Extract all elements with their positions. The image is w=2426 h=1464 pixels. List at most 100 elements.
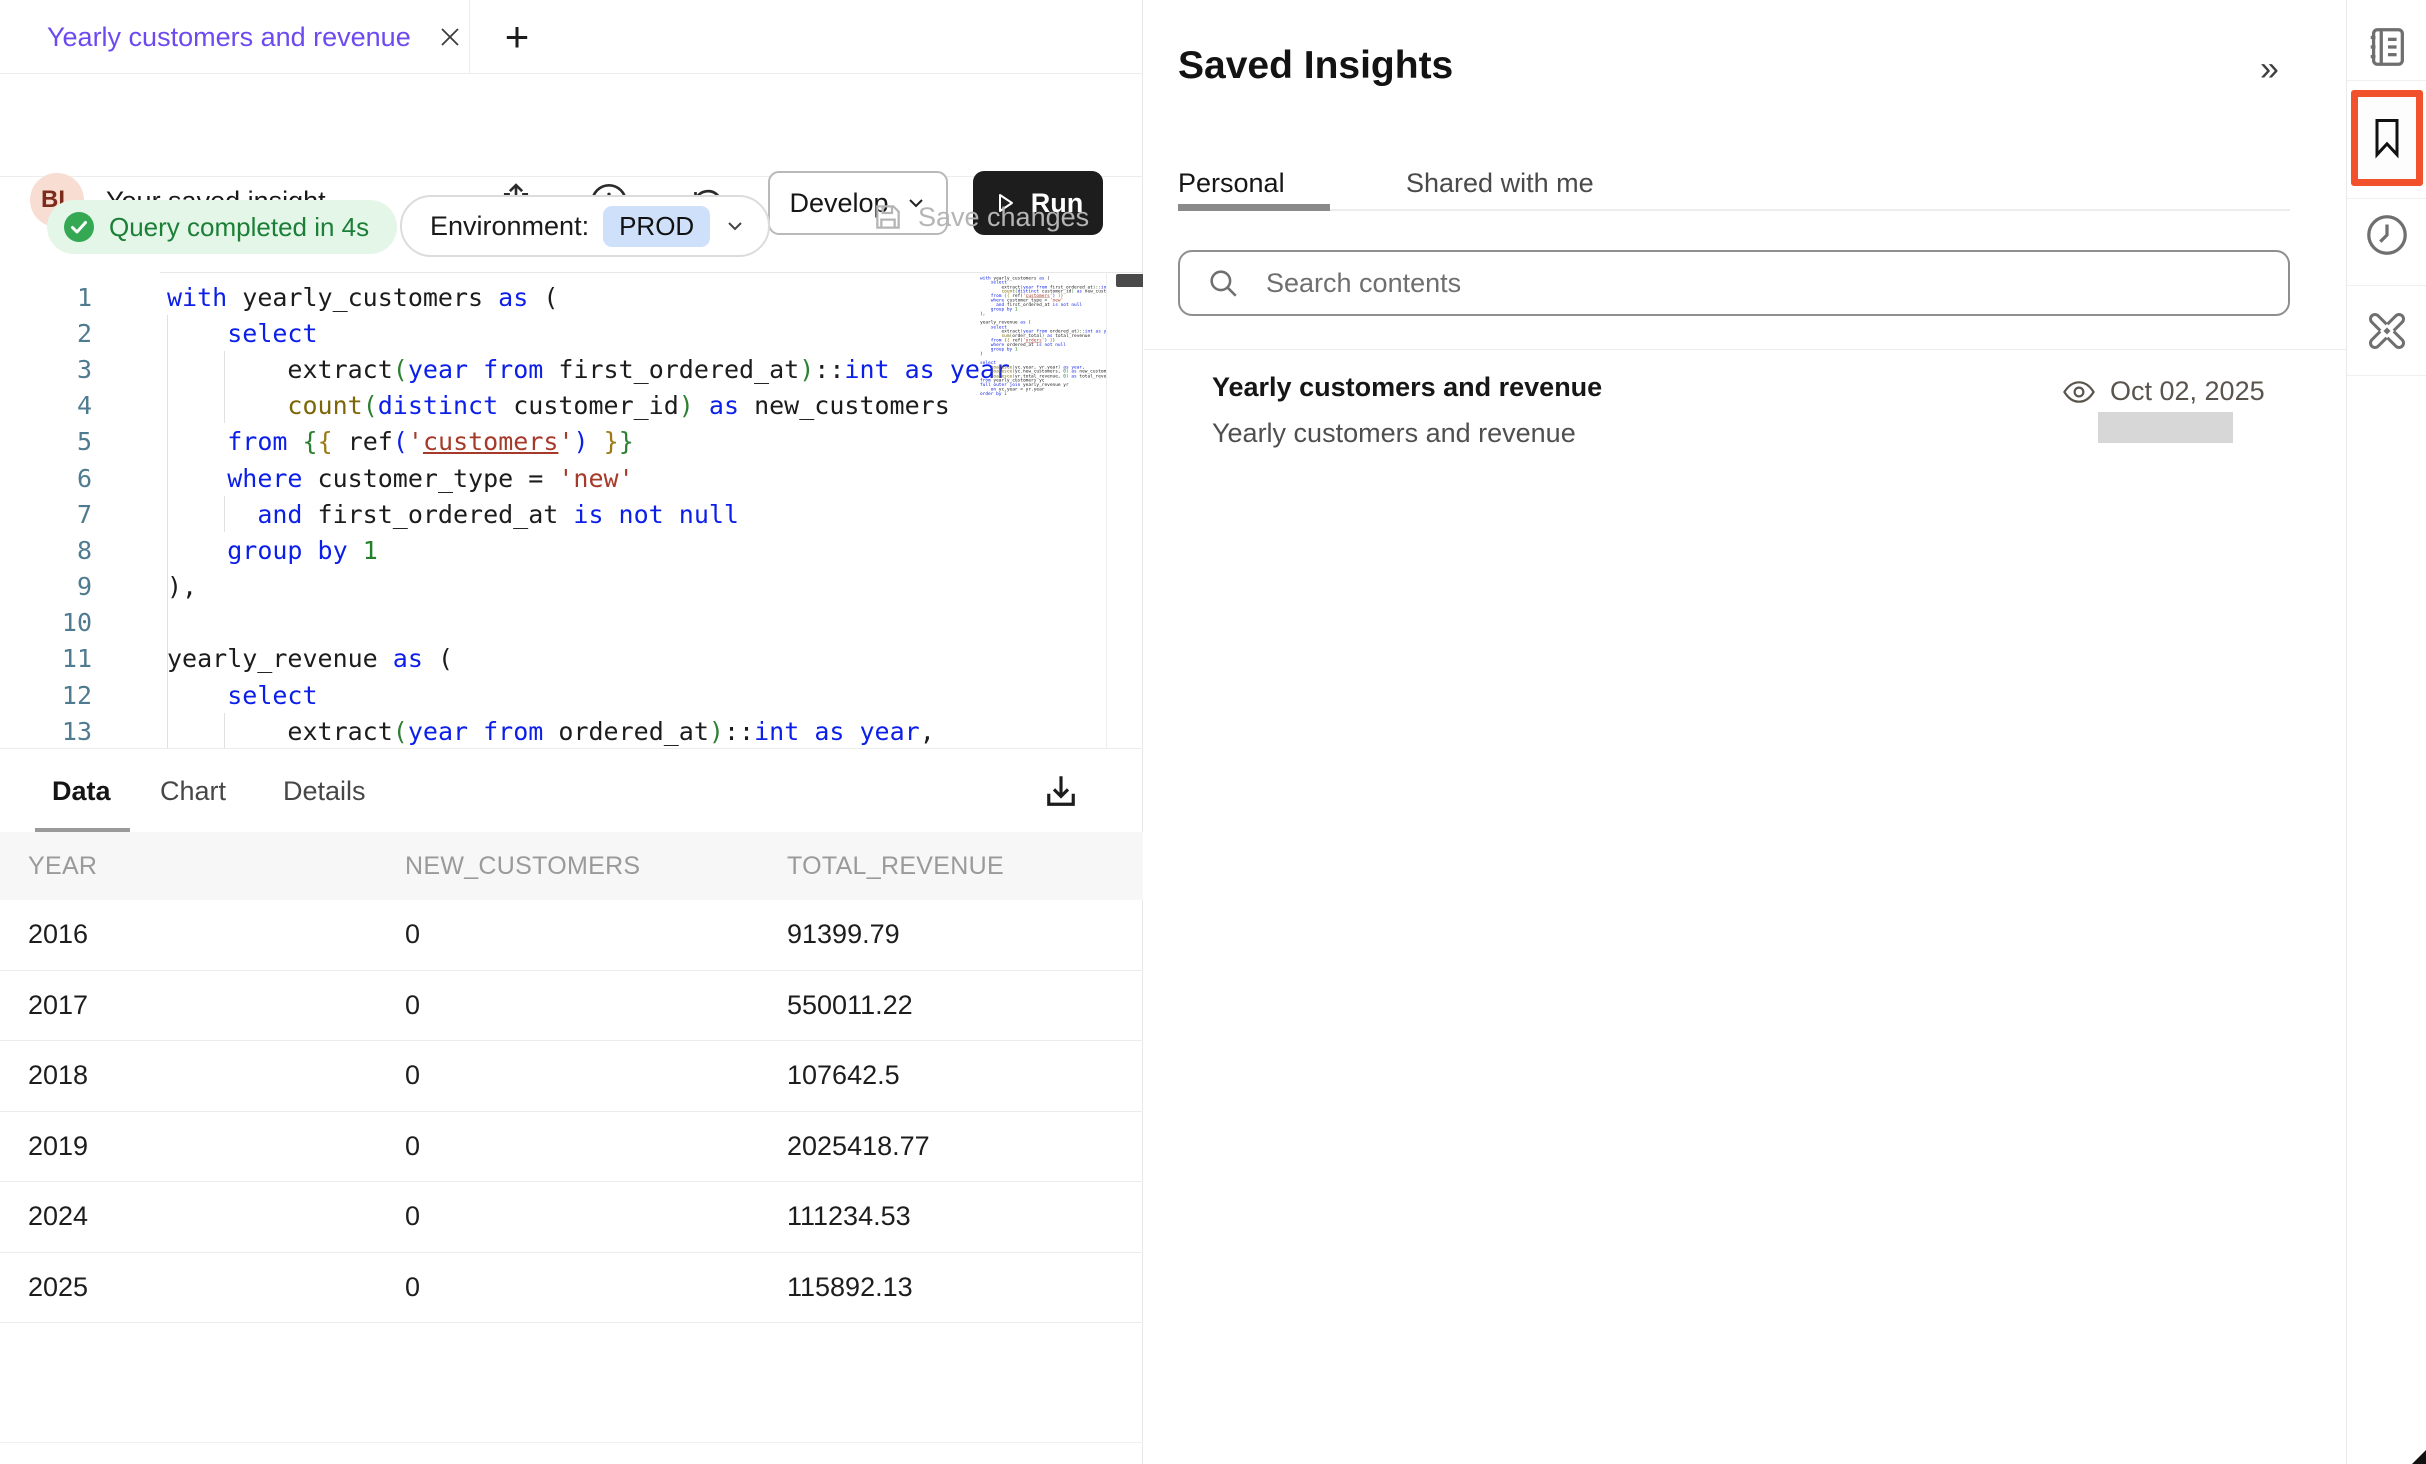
save-icon bbox=[872, 201, 904, 233]
tab-yearly-customers[interactable]: Yearly customers and revenue bbox=[0, 0, 470, 74]
line-number: 4 bbox=[0, 391, 106, 420]
new-tab-button[interactable]: + bbox=[487, 0, 547, 74]
strip-divider bbox=[2347, 375, 2426, 376]
collapse-panel-icon[interactable]: » bbox=[2260, 50, 2279, 89]
query-status-badge: Query completed in 4s bbox=[47, 200, 397, 254]
active-tab-indicator bbox=[1178, 204, 1330, 211]
code-line[interactable]: 3 extract(year from first_ordered_at)::i… bbox=[0, 351, 1143, 387]
code-line[interactable]: 9), bbox=[0, 569, 1143, 605]
table-cell: 0 bbox=[405, 1201, 787, 1232]
bookmark-selected-highlight[interactable] bbox=[2351, 90, 2423, 186]
clock-icon[interactable] bbox=[2347, 212, 2426, 258]
code-line[interactable]: 8 group by 1 bbox=[0, 532, 1143, 568]
table-cell: 0 bbox=[405, 1060, 787, 1091]
strip-divider bbox=[2347, 198, 2426, 199]
download-icon[interactable] bbox=[1040, 771, 1082, 813]
insights-tab-personal[interactable]: Personal bbox=[1178, 168, 1285, 199]
table-cell: 2018 bbox=[28, 1060, 405, 1091]
scrollbar-thumb[interactable] bbox=[1116, 274, 1143, 287]
minimap[interactable]: with yearly_customers as ( select extrac… bbox=[980, 276, 1106, 746]
line-number: 11 bbox=[0, 644, 106, 673]
table-row[interactable]: 2016091399.79 bbox=[0, 900, 1143, 971]
code-line[interactable]: 7 and first_ordered_at is not null bbox=[0, 496, 1143, 532]
table-cell: 2019 bbox=[28, 1131, 405, 1162]
table-row[interactable]: 20250115892.13 bbox=[0, 1253, 1143, 1324]
table-cell: 550011.22 bbox=[787, 990, 1143, 1021]
table-cell: 91399.79 bbox=[787, 919, 1143, 950]
table-cell: 2025 bbox=[28, 1272, 405, 1303]
search-input[interactable]: Search contents bbox=[1178, 250, 2290, 316]
table-cell: 111234.53 bbox=[787, 1201, 1143, 1232]
line-number: 9 bbox=[0, 572, 106, 601]
insight-item-date: Oct 02, 2025 bbox=[2062, 376, 2265, 407]
panel-title: Saved Insights bbox=[1178, 44, 1453, 88]
code-line[interactable]: 5 from {{ ref('customers') }} bbox=[0, 424, 1143, 460]
table-cell: 2016 bbox=[28, 919, 405, 950]
column-header: NEW_CUSTOMERS bbox=[405, 852, 787, 881]
code-line[interactable]: 1with yearly_customers as ( bbox=[0, 279, 1143, 315]
line-number: 10 bbox=[0, 608, 106, 637]
insight-item-subtitle: Yearly customers and revenue bbox=[1212, 418, 1576, 449]
result-tab-chart[interactable]: Chart bbox=[160, 749, 226, 833]
table-row[interactable]: 20240111234.53 bbox=[0, 1182, 1143, 1253]
table-cell: 2024 bbox=[28, 1201, 405, 1232]
pane-bottom-divider bbox=[0, 1442, 1143, 1443]
line-number: 8 bbox=[0, 536, 106, 565]
minimap-separator bbox=[1106, 272, 1107, 748]
line-number: 3 bbox=[0, 355, 106, 384]
environment-value-chip: PROD bbox=[603, 206, 710, 247]
status-row: Query completed in 4s Environment: PROD … bbox=[0, 177, 1142, 272]
code-line[interactable]: 12 select bbox=[0, 677, 1143, 713]
result-tabs: Data Chart Details bbox=[0, 748, 1143, 832]
strip-divider bbox=[2347, 285, 2426, 286]
dbt-logo-icon[interactable] bbox=[2347, 307, 2426, 355]
code-line[interactable]: 2 select bbox=[0, 315, 1143, 351]
chevron-down-icon bbox=[724, 215, 746, 237]
insight-item-title: Yearly customers and revenue bbox=[1212, 372, 1602, 403]
redacted-author-placeholder bbox=[2098, 412, 2233, 443]
table-cell: 2025418.77 bbox=[787, 1131, 1143, 1162]
resize-handle[interactable] bbox=[2412, 1450, 2426, 1464]
save-changes-label: Save changes bbox=[918, 202, 1089, 233]
line-number: 2 bbox=[0, 319, 106, 348]
app-window: Yearly customers and revenue + BL Your s… bbox=[0, 0, 2426, 1464]
table-cell: 0 bbox=[405, 990, 787, 1021]
table-row[interactable]: 20180107642.5 bbox=[0, 1041, 1143, 1112]
code-line[interactable]: 11yearly_revenue as ( bbox=[0, 641, 1143, 677]
code-line[interactable]: 4 count(distinct customer_id) as new_cus… bbox=[0, 388, 1143, 424]
code-lines: 1with yearly_customers as (2 select3 ext… bbox=[0, 279, 1143, 748]
save-changes-button[interactable]: Save changes bbox=[872, 201, 1089, 233]
results-table: YEARNEW_CUSTOMERSTOTAL_REVENUE 201609139… bbox=[0, 832, 1143, 1323]
query-pane: Yearly customers and revenue + BL Your s… bbox=[0, 0, 1143, 1464]
environment-selector[interactable]: Environment: PROD bbox=[400, 195, 770, 257]
line-number: 13 bbox=[0, 717, 106, 746]
tabs-track bbox=[1178, 209, 2290, 211]
search-placeholder: Search contents bbox=[1266, 268, 1461, 299]
table-cell: 0 bbox=[405, 1131, 787, 1162]
table-header: YEARNEW_CUSTOMERSTOTAL_REVENUE bbox=[0, 832, 1143, 900]
result-tab-data[interactable]: Data bbox=[52, 749, 111, 833]
column-header: YEAR bbox=[28, 852, 405, 881]
code-line[interactable]: 6 where customer_type = 'new' bbox=[0, 460, 1143, 496]
line-number: 5 bbox=[0, 427, 106, 456]
sql-editor[interactable]: 1with yearly_customers as (2 select3 ext… bbox=[0, 272, 1143, 748]
line-number: 6 bbox=[0, 464, 106, 493]
table-cell: 115892.13 bbox=[787, 1272, 1143, 1303]
close-tab-icon[interactable] bbox=[437, 24, 463, 50]
table-cell: 0 bbox=[405, 919, 787, 950]
line-number: 7 bbox=[0, 500, 106, 529]
column-header: TOTAL_REVENUE bbox=[787, 852, 1143, 881]
result-tab-details[interactable]: Details bbox=[283, 749, 366, 833]
notebook-icon[interactable] bbox=[2347, 24, 2426, 70]
environment-label: Environment: bbox=[430, 211, 589, 242]
insights-tab-shared-with-me[interactable]: Shared with me bbox=[1406, 168, 1594, 199]
eye-icon bbox=[2062, 379, 2096, 405]
search-icon bbox=[1206, 266, 1240, 300]
table-row[interactable]: 20170550011.22 bbox=[0, 971, 1143, 1042]
code-line[interactable]: 10 bbox=[0, 605, 1143, 641]
code-line[interactable]: 13 extract(year from ordered_at)::int as… bbox=[0, 713, 1143, 748]
query-status-text: Query completed in 4s bbox=[109, 212, 369, 243]
right-icon-strip bbox=[2346, 0, 2426, 1464]
table-row[interactable]: 201902025418.77 bbox=[0, 1112, 1143, 1183]
tab-bar: Yearly customers and revenue + bbox=[0, 0, 1142, 74]
